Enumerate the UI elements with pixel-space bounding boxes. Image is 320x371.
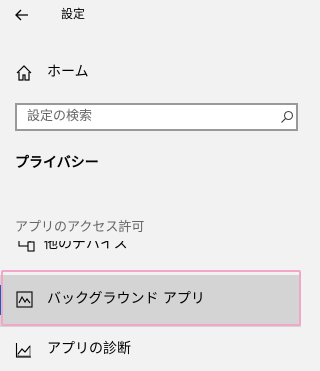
search-placeholder: 設定の検索 xyxy=(27,109,93,124)
page-title: 設定 xyxy=(61,7,86,21)
devices-icon xyxy=(18,241,35,252)
nav-home[interactable] xyxy=(0,56,305,88)
search-icon[interactable] xyxy=(280,110,294,124)
nav-item-label: 他のデバイス xyxy=(44,241,128,252)
back-arrow-icon xyxy=(15,9,28,21)
nav-item-label: バックグラウンド アプリ xyxy=(47,291,205,307)
back-button[interactable] xyxy=(10,3,34,27)
background-apps-icon xyxy=(16,291,33,308)
home-label: ホーム xyxy=(47,64,89,80)
selected-indicator xyxy=(0,285,3,315)
nav-item-app-diagnostics[interactable] xyxy=(0,331,305,367)
home-icon xyxy=(16,65,32,81)
nav-item-other-devices[interactable]: 他のデバイス xyxy=(0,241,305,260)
section-title-privacy: プライバシー xyxy=(15,155,99,171)
group-header-app-permissions: アプリのアクセス許可 xyxy=(15,220,145,235)
